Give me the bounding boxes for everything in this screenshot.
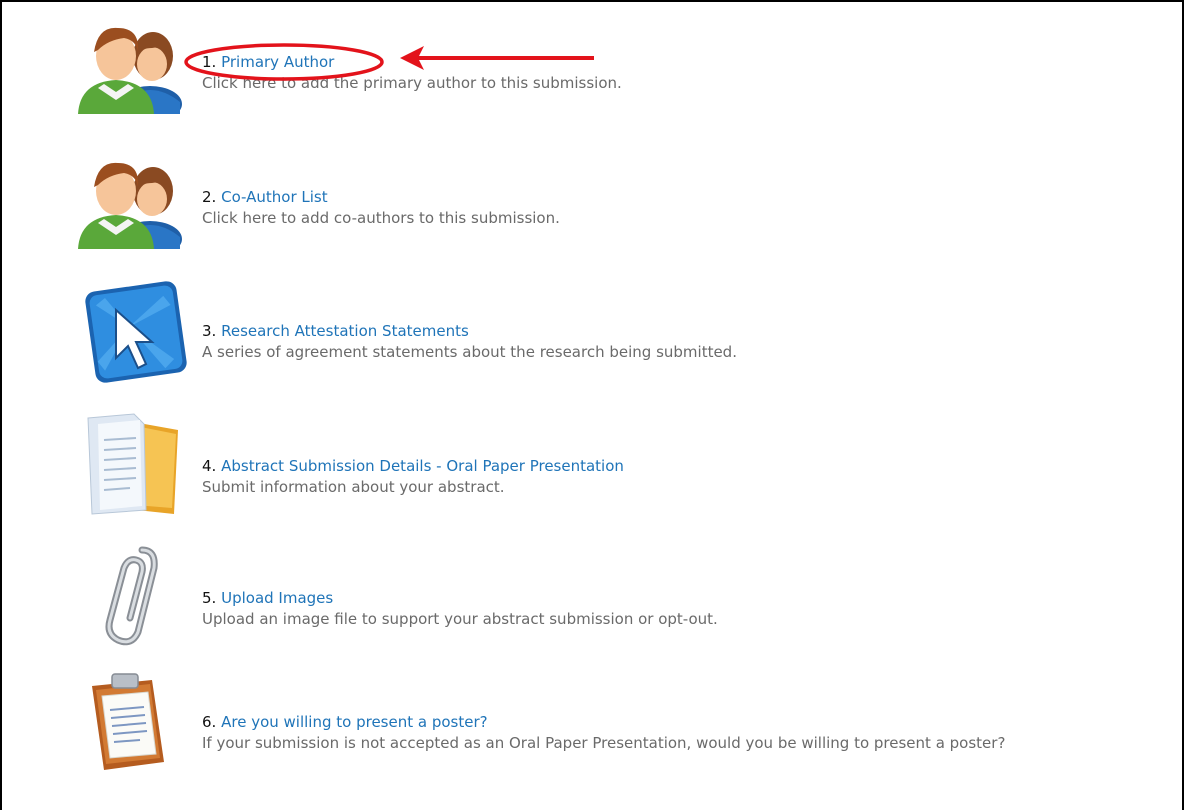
step-number: 5.	[202, 589, 217, 607]
authors-icon	[76, 157, 188, 249]
step-title-line: 4. Abstract Submission Details - Oral Pa…	[202, 456, 624, 476]
step-description: If your submission is not accepted as an…	[202, 734, 1006, 752]
step-description: Submit information about your abstract.	[202, 478, 505, 496]
step-text: 1. Primary Author Click here to add the …	[202, 52, 622, 93]
step-description: A series of agreement statements about t…	[202, 343, 737, 361]
step-abstract-submission[interactable]: 4. Abstract Submission Details - Oral Pa…	[2, 410, 1182, 520]
step-upload-images[interactable]: 5. Upload Images Upload an image file to…	[2, 540, 1182, 650]
step-co-author-list[interactable]: 2. Co-Author List Click here to add co-a…	[2, 157, 1182, 267]
step-number: 6.	[202, 713, 217, 731]
step-title-line: 5. Upload Images	[202, 588, 718, 608]
step-description: Upload an image file to support your abs…	[202, 610, 718, 628]
step-title-line: 2. Co-Author List	[202, 187, 560, 207]
step-text: 4. Abstract Submission Details - Oral Pa…	[202, 456, 624, 497]
step-title-line: 3. Research Attestation Statements	[202, 321, 737, 341]
step-number: 4.	[202, 457, 217, 475]
step-research-attestation[interactable]: 3. Research Attestation Statements A ser…	[2, 280, 1182, 390]
step-number: 3.	[202, 322, 217, 340]
cursor-arrow-icon	[80, 280, 190, 392]
step-text: 3. Research Attestation Statements A ser…	[202, 321, 737, 362]
step-text: 2. Co-Author List Click here to add co-a…	[202, 187, 560, 228]
step-text: 5. Upload Images Upload an image file to…	[202, 588, 718, 629]
step-title-line: 6. Are you willing to present a poster?	[202, 712, 1005, 732]
co-author-list-link[interactable]: Co-Author List	[221, 188, 328, 206]
abstract-submission-link[interactable]: Abstract Submission Details - Oral Paper…	[221, 457, 624, 475]
step-title-line: 1. Primary Author	[202, 52, 622, 72]
step-text: 6. Are you willing to present a poster? …	[202, 712, 1005, 753]
step-description: Click here to add co-authors to this sub…	[202, 209, 560, 227]
present-poster-link[interactable]: Are you willing to present a poster?	[221, 713, 487, 731]
step-present-poster[interactable]: 6. Are you willing to present a poster? …	[2, 670, 1182, 780]
paperclip-icon	[98, 540, 168, 650]
clipboard-icon	[78, 670, 178, 774]
step-number: 1.	[202, 53, 217, 71]
step-primary-author[interactable]: 1. Primary Author Click here to add the …	[2, 22, 1182, 132]
step-number: 2.	[202, 188, 217, 206]
research-attestation-link[interactable]: Research Attestation Statements	[221, 322, 469, 340]
page-frame: 1. Primary Author Click here to add the …	[0, 0, 1184, 810]
step-description: Click here to add the primary author to …	[202, 74, 622, 92]
authors-icon	[76, 22, 188, 114]
documents-folder-icon	[82, 410, 186, 520]
primary-author-link[interactable]: Primary Author	[221, 53, 334, 71]
upload-images-link[interactable]: Upload Images	[221, 589, 333, 607]
